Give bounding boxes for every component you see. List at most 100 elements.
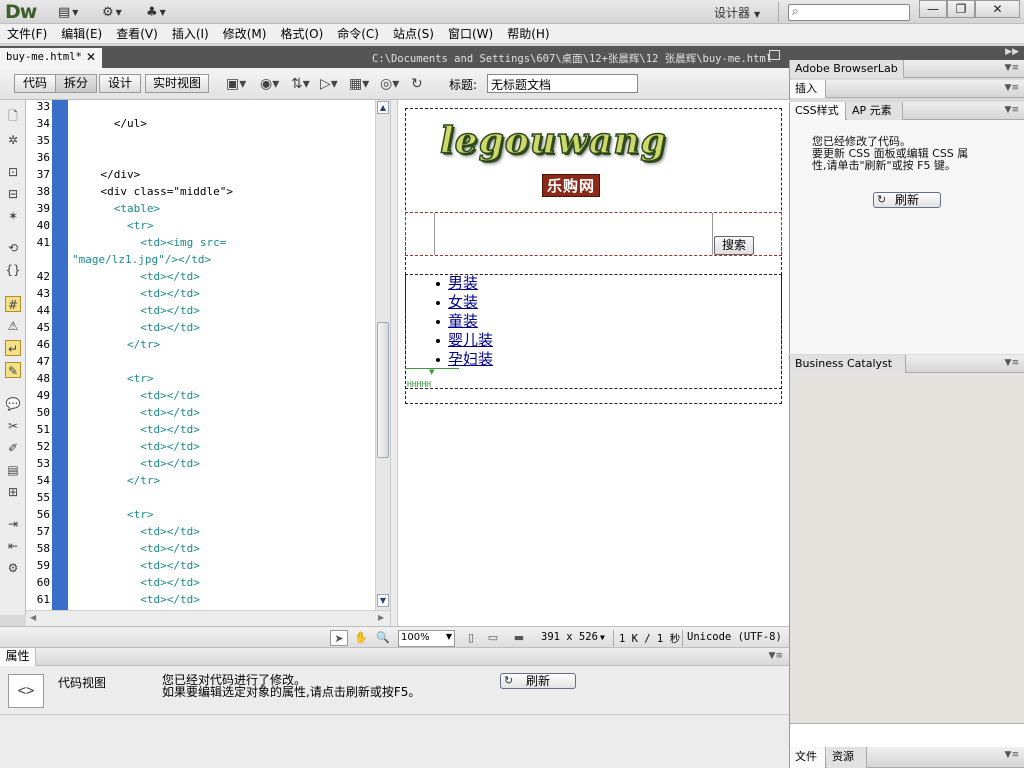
menu-site[interactable]: 站点(S) [393,25,434,42]
scroll-left-icon[interactable]: ◀ [30,613,36,622]
restore-document-icon[interactable] [769,50,780,60]
zoom-tool-icon[interactable]: 🔍 [374,630,392,646]
visual-aids-icon[interactable]: ▦▾ [349,76,369,92]
panel-menu-icon[interactable]: ▼≡ [769,651,783,661]
menu-window[interactable]: 窗口(W) [448,25,493,42]
css-refresh-button[interactable]: ↻ 刷新 [873,192,941,208]
code-line[interactable]: <table> [74,202,160,215]
extend-menu-button[interactable]: ⚙ ▼ [102,4,122,20]
collapse-tag-icon[interactable]: ⊡ [5,164,21,180]
balance-braces-icon[interactable]: {} [5,262,21,278]
open-documents-icon[interactable]: 🗋 [5,108,21,124]
files-tab[interactable]: 文件 [790,747,826,768]
validate-icon[interactable]: ◎▾ [380,76,399,92]
close-button[interactable]: ✕ [975,0,1020,18]
menu-format[interactable]: 格式(O) [280,25,323,42]
code-line[interactable]: <td><img src= [74,236,226,249]
document-tab[interactable]: buy-me.html* ✕ [0,48,102,68]
tablet-size-icon[interactable]: ▭ [484,630,502,646]
properties-tab[interactable]: 属性 [0,648,36,666]
code-line[interactable]: <td></td> [74,576,200,589]
panel-menu-icon[interactable]: ▼≡ [1005,83,1019,93]
expand-panels-icon[interactable]: ▶▶ [1005,47,1019,57]
nav-link-women[interactable]: 女装 [448,293,478,311]
code-line[interactable]: <td></td> [74,321,200,334]
code-line[interactable]: "mage/lz1.jpg"/></td> [72,253,211,266]
code-line[interactable]: <td></td> [74,542,200,555]
layout-menu-button[interactable]: ▤ ▼ [58,4,78,20]
insert-tab[interactable]: 插入 [790,80,826,98]
document-title-input[interactable]: 无标题文档 [487,74,638,93]
code-line[interactable]: <td></td> [74,423,200,436]
menu-edit[interactable]: 编辑(E) [61,25,102,42]
scroll-down-icon[interactable]: ▼ [377,594,389,607]
menu-commands[interactable]: 命令(C) [337,25,379,42]
collapse-selection-icon[interactable]: ⊟ [5,186,21,202]
move-css-icon[interactable]: ⊞ [5,484,21,500]
line-numbers-icon[interactable]: # [5,296,21,312]
code-line[interactable]: <tr> [74,508,154,521]
menu-file[interactable]: 文件(F) [7,25,47,42]
css-styles-tab[interactable]: CSS样式 [790,102,846,120]
code-line[interactable]: <td></td> [74,440,200,453]
menu-insert[interactable]: 插入(I) [172,25,209,42]
code-line[interactable]: <td></td> [74,406,200,419]
design-view-button[interactable]: 设计 [99,74,141,93]
multiscreen-icon[interactable]: ▣▾ [226,76,246,92]
browser-compat-icon[interactable]: ▷▾ [320,76,338,92]
show-code-navigator-icon[interactable]: ✲ [5,132,21,148]
code-line[interactable]: </div> [74,168,140,181]
assets-tab[interactable]: 资源 [827,747,867,768]
desktop-size-icon[interactable]: ▬ [510,630,528,646]
hand-tool-icon[interactable]: ✋ [352,630,370,646]
menu-help[interactable]: 帮助(H) [507,25,549,42]
restore-button[interactable]: ❐ [947,0,975,18]
search-input[interactable] [434,213,713,255]
minimize-button[interactable]: — [919,0,947,18]
browserlab-tab[interactable]: Adobe BrowserLab [790,60,904,78]
word-wrap-icon[interactable]: ↵ [5,340,21,356]
panel-menu-icon[interactable]: ▼≡ [1005,63,1019,73]
highlight-invalid-icon[interactable]: ⚠ [5,318,21,334]
file-management-icon[interactable]: ⇅▾ [291,76,310,92]
nav-link-kids[interactable]: 童装 [448,312,478,330]
code-horizontal-scrollbar[interactable]: ◀ ▶ [26,610,390,626]
panel-menu-icon[interactable]: ▼≡ [1005,105,1019,115]
zoom-select[interactable]: 100% ▼ [398,630,455,647]
code-view-button[interactable]: 代码 [14,74,56,93]
split-view-button[interactable]: 拆分 [55,74,97,93]
live-view-button[interactable]: 实时视图 [145,74,209,93]
menu-modify[interactable]: 修改(M) [223,25,267,42]
ap-elements-tab[interactable]: AP 元素 [847,102,903,120]
format-source-icon[interactable]: ⚙ [5,560,21,576]
workspace-switcher[interactable]: 设计器 ▼ [714,4,760,21]
code-line[interactable]: <div class="middle"> [74,185,232,198]
code-line[interactable]: </tr> [74,338,160,351]
scroll-right-icon[interactable]: ▶ [378,613,384,622]
preview-browser-icon[interactable]: ◉▾ [260,76,279,92]
expand-all-icon[interactable]: ✶ [5,208,21,224]
properties-refresh-button[interactable]: ↻ 刷新 [500,673,576,689]
code-line[interactable]: <td></td> [74,389,200,402]
code-line[interactable]: <tr> [74,372,154,385]
code-view[interactable]: 33 34 </ul> 35 36 37 </div> 38 <div class="mi… [26,100,375,610]
refresh-icon[interactable]: ↻ [411,76,423,92]
panel-menu-icon[interactable]: ▼≡ [1005,358,1019,368]
code-vertical-scrollbar[interactable]: ▲ ▼ [375,100,390,610]
scroll-up-icon[interactable]: ▲ [377,101,389,114]
window-size[interactable]: 391 x 526 [541,631,598,643]
mobile-size-icon[interactable]: ▯ [462,630,480,646]
code-line[interactable]: <tr> [74,219,154,232]
code-line[interactable]: </ul> [74,117,147,130]
split-divider[interactable] [390,100,398,626]
nav-link-men[interactable]: 男装 [448,274,478,292]
site-menu-button[interactable]: ♣ ▼ [146,4,166,20]
code-line[interactable]: <td></td> [74,304,200,317]
code-line[interactable]: <td></td> [74,270,200,283]
table-width-indicator[interactable]: ▼ HHHHH [405,368,459,389]
scrollbar-thumb[interactable] [377,322,389,458]
indent-code-icon[interactable]: ⇥ [5,516,21,532]
business-catalyst-tab[interactable]: Business Catalyst [790,355,906,373]
code-line[interactable]: <td></td> [74,287,200,300]
search-button[interactable]: 搜索 [714,236,754,255]
